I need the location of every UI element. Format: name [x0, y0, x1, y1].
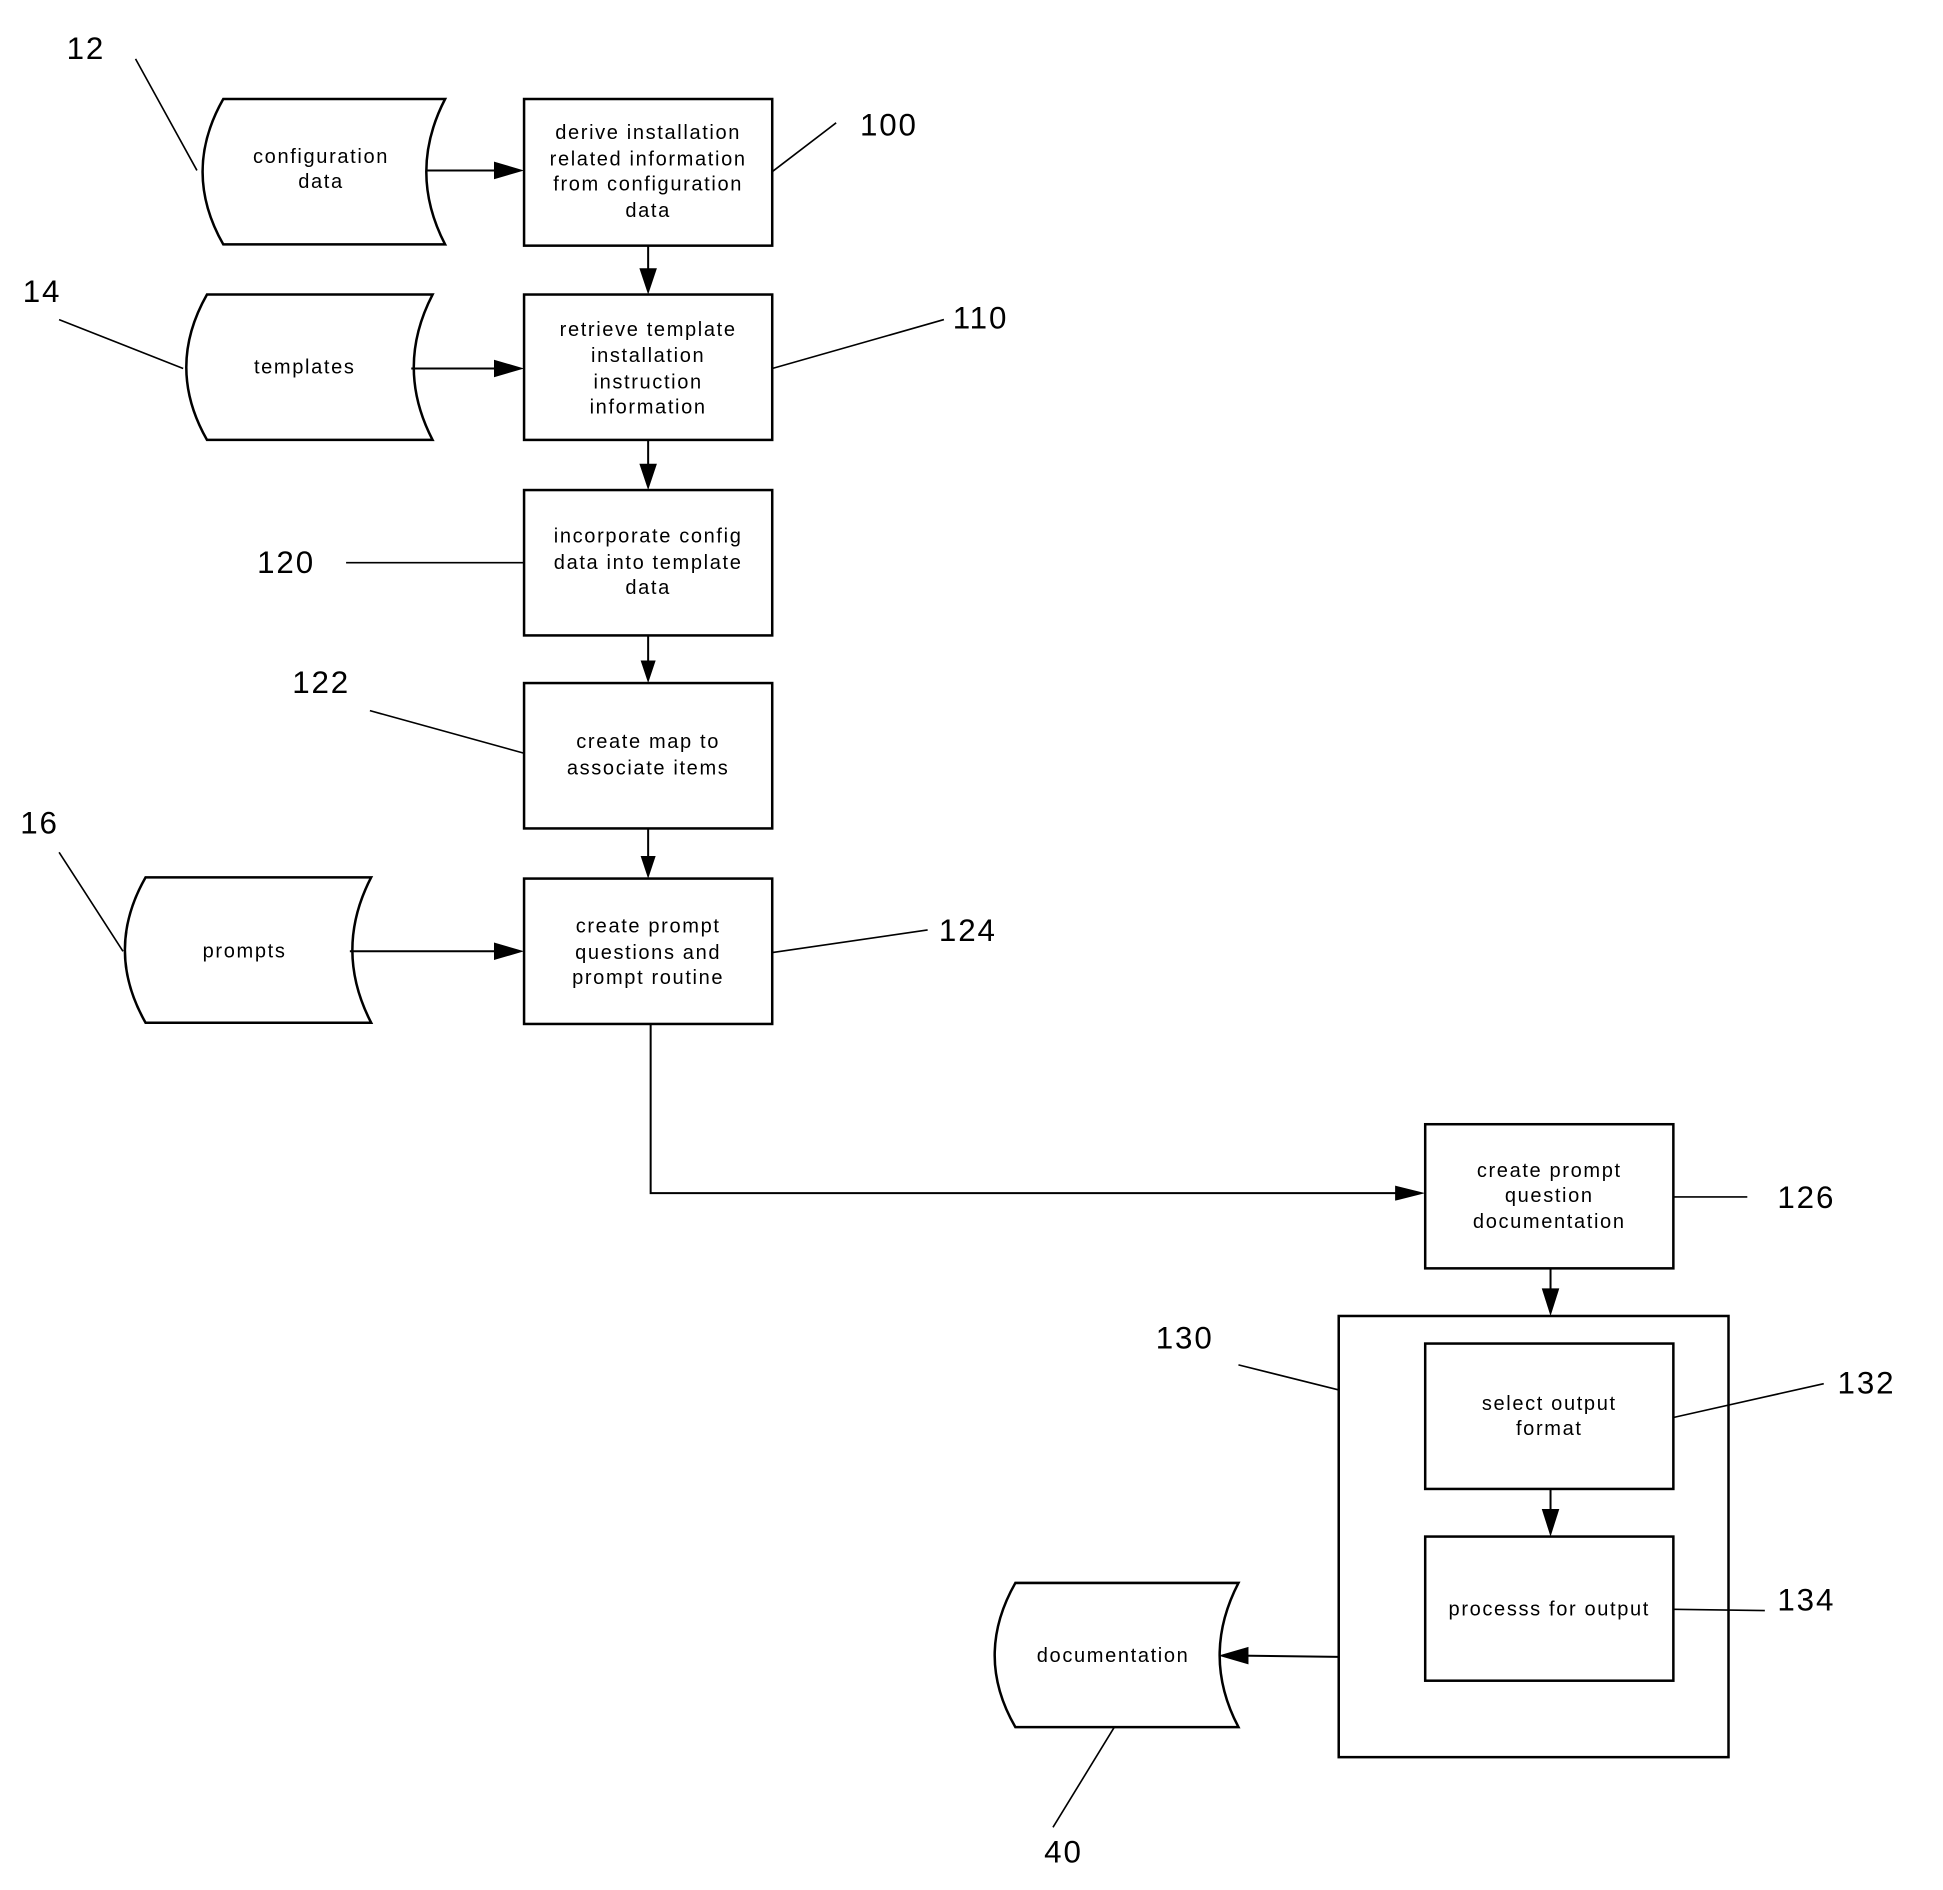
- data-store-documentation: documentation: [993, 1581, 1241, 1729]
- box-text: question: [1505, 1185, 1594, 1207]
- svg-text:instruction: instruction: [593, 372, 702, 394]
- arrow-120-to-122: [640, 635, 656, 684]
- ref-label-120: 120: [257, 545, 315, 580]
- leader-line-12: [134, 58, 198, 171]
- svg-text:questions and: questions and: [575, 942, 721, 964]
- data-store-prompts: prompts: [123, 876, 374, 1024]
- svg-text:derive installation: derive installation: [555, 122, 741, 144]
- box-text: prompt routine: [572, 967, 724, 989]
- leader-line-40: [1052, 1726, 1116, 1828]
- ref-label-40: 40: [1044, 1834, 1083, 1869]
- box-text: create map to: [576, 731, 720, 753]
- process-box-124: create prompt questions and prompt routi…: [522, 877, 774, 1026]
- leader-line-16: [58, 851, 124, 952]
- ref-label-124: 124: [939, 913, 997, 948]
- process-box-126: create prompt question documentation: [1423, 1122, 1675, 1270]
- svg-text:data: data: [298, 171, 344, 193]
- svg-text:related information: related information: [550, 148, 747, 170]
- box-text: select output: [1482, 1393, 1617, 1415]
- box-text: data: [625, 577, 671, 599]
- process-box-122: create map to associate items: [522, 681, 774, 830]
- data-store-configuration-data: configuration data: [201, 97, 448, 246]
- box-text: create prompt: [576, 915, 721, 937]
- box-text: instruction: [593, 372, 702, 394]
- arrow-config-to-100: [426, 161, 525, 180]
- svg-text:format: format: [1516, 1418, 1583, 1440]
- box-text: information: [590, 397, 707, 419]
- svg-text:data: data: [625, 577, 671, 599]
- svg-text:configuration: configuration: [253, 146, 389, 168]
- leader-line-14: [58, 318, 184, 370]
- store-text: documentation: [1037, 1645, 1190, 1667]
- ref-label-132: 132: [1838, 1366, 1896, 1401]
- ref-label-122: 122: [292, 665, 350, 700]
- store-text: configuration: [253, 146, 389, 168]
- svg-text:prompt routine: prompt routine: [572, 967, 724, 989]
- arrow-130-to-documentation: [1218, 1646, 1339, 1665]
- store-text: data: [298, 171, 344, 193]
- ref-label-134: 134: [1777, 1583, 1835, 1618]
- box-text: processs for output: [1449, 1599, 1650, 1621]
- arrow-122-to-124: [640, 828, 656, 879]
- arrow-110-to-120: [639, 439, 657, 491]
- store-text: templates: [254, 356, 356, 378]
- box-text: related information: [550, 148, 747, 170]
- box-text: documentation: [1473, 1211, 1626, 1233]
- ref-label-100: 100: [860, 107, 918, 142]
- ref-label-12: 12: [67, 31, 106, 66]
- svg-text:select output: select output: [1482, 1393, 1617, 1415]
- leader-line-124: [772, 929, 928, 954]
- svg-text:data into template: data into template: [554, 552, 743, 574]
- leader-line-122: [369, 709, 525, 755]
- svg-text:processs for output: processs for output: [1449, 1599, 1650, 1621]
- arrow-templates-to-110: [411, 359, 525, 378]
- arrow-126-to-130: [1541, 1268, 1560, 1316]
- svg-text:information: information: [590, 397, 707, 419]
- ref-label-14: 14: [23, 274, 62, 309]
- svg-text:associate items: associate items: [567, 758, 730, 780]
- svg-text:create prompt: create prompt: [1477, 1160, 1622, 1182]
- box-text: data: [625, 200, 671, 222]
- svg-text:documentation: documentation: [1037, 1645, 1190, 1667]
- svg-text:create map to: create map to: [576, 731, 720, 753]
- store-text: prompts: [203, 941, 287, 963]
- leader-line-130: [1238, 1364, 1339, 1391]
- svg-text:from configuration: from configuration: [553, 174, 743, 196]
- box-text: from configuration: [553, 174, 743, 196]
- box-text: associate items: [567, 758, 730, 780]
- process-box-132: select output format: [1423, 1342, 1675, 1491]
- svg-text:question: question: [1505, 1185, 1594, 1207]
- box-text: incorporate config: [554, 526, 743, 548]
- process-box-134: processs for output: [1423, 1535, 1675, 1682]
- leader-line-100: [771, 122, 837, 173]
- box-text: format: [1516, 1418, 1583, 1440]
- box-text: data into template: [554, 552, 743, 574]
- process-box-110: retrieve template installation instructi…: [522, 293, 774, 442]
- box-text: installation: [591, 345, 705, 367]
- svg-text:retrieve template: retrieve template: [560, 319, 737, 341]
- svg-text:data: data: [625, 200, 671, 222]
- process-box-100: derive installation related information …: [522, 97, 774, 247]
- svg-text:incorporate config: incorporate config: [554, 526, 743, 548]
- ref-label-16: 16: [20, 805, 59, 840]
- svg-text:create prompt: create prompt: [576, 915, 721, 937]
- leader-line-110: [771, 318, 945, 370]
- arrow-100-to-110: [639, 245, 657, 295]
- flowchart-diagram: configuration data templates prompts doc…: [20, 31, 1896, 1870]
- data-store-templates: templates: [185, 293, 435, 442]
- box-text: derive installation: [555, 122, 741, 144]
- box-text: questions and: [575, 942, 721, 964]
- svg-text:prompts: prompts: [203, 941, 287, 963]
- ref-label-130: 130: [1156, 1321, 1214, 1356]
- box-text: create prompt: [1477, 1160, 1622, 1182]
- process-box-120: incorporate config data into template da…: [522, 488, 774, 637]
- svg-text:installation: installation: [591, 345, 705, 367]
- arrow-124-to-126: [649, 1023, 1426, 1201]
- box-text: retrieve template: [560, 319, 737, 341]
- svg-text:templates: templates: [254, 356, 356, 378]
- ref-label-126: 126: [1777, 1180, 1835, 1215]
- svg-text:documentation: documentation: [1473, 1211, 1626, 1233]
- arrow-prompts-to-124: [349, 942, 525, 961]
- ref-label-110: 110: [953, 300, 1009, 335]
